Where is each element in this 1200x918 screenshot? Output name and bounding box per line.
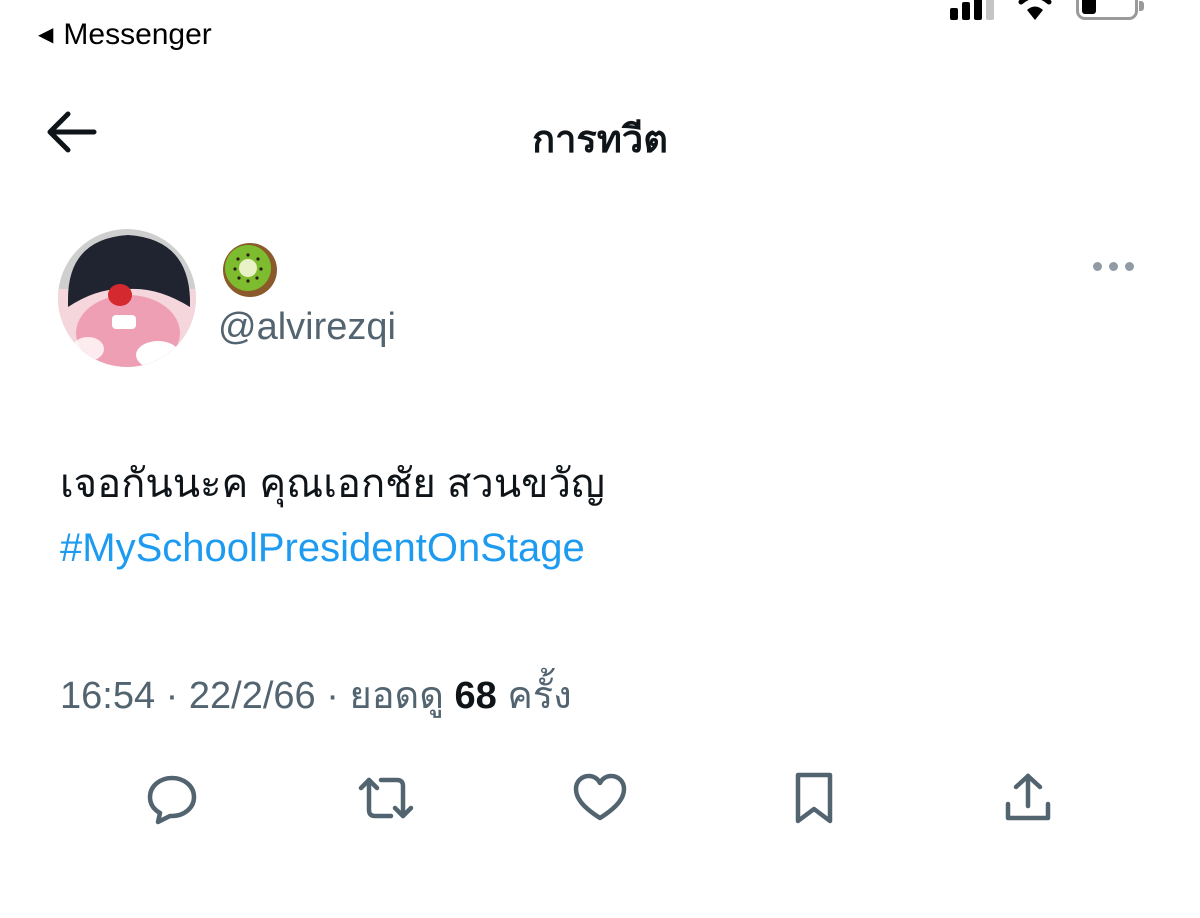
- share-button[interactable]: [996, 766, 1060, 830]
- retweet-button[interactable]: [354, 766, 418, 830]
- back-app-label: Messenger: [63, 18, 212, 51]
- bookmark-button[interactable]: [782, 766, 846, 830]
- reply-button[interactable]: [140, 766, 204, 830]
- views-label: ยอดดู: [349, 675, 444, 717]
- back-to-messenger-link[interactable]: ◀ Messenger: [38, 18, 212, 52]
- cellular-signal-icon: [950, 0, 994, 20]
- views-unit: ครั้ง: [507, 675, 572, 717]
- more-options-icon[interactable]: [1089, 258, 1138, 275]
- share-icon: [1005, 773, 1051, 821]
- reply-icon: [147, 775, 197, 825]
- tweet-action-bar: [0, 766, 1200, 830]
- page-title: การทวีต: [532, 119, 668, 161]
- wifi-icon: [1018, 0, 1052, 20]
- kiwi-icon: [223, 243, 277, 297]
- hashtag-link[interactable]: #MySchoolPresidentOnStage: [60, 516, 605, 580]
- tweet-date[interactable]: 22/2/66: [189, 675, 316, 717]
- views-count: 68: [454, 675, 497, 717]
- like-button[interactable]: [568, 766, 632, 830]
- back-triangle-icon: ◀: [38, 24, 54, 46]
- header: การทวีต: [0, 100, 1200, 164]
- tweet-text: เจอกันนะค คุณเอกชัย สวนขวัญ #MySchoolPre…: [60, 452, 605, 580]
- battery-icon: [1076, 0, 1144, 20]
- status-icons: [950, 0, 1144, 20]
- tweet-time[interactable]: 16:54: [60, 675, 155, 717]
- display-name-emoji[interactable]: [220, 240, 280, 300]
- separator: ·: [165, 675, 179, 717]
- user-handle[interactable]: @alvirezqi: [218, 306, 396, 349]
- retweet-icon: [358, 777, 414, 819]
- avatar-image: [58, 229, 196, 367]
- separator: ·: [326, 675, 339, 717]
- tweet-meta: 16:54 · 22/2/66 · ยอดดู 68 ครั้ง: [60, 664, 572, 725]
- heart-icon: [573, 773, 627, 821]
- tweet-body-text: เจอกันนะค คุณเอกชัย สวนขวัญ: [60, 462, 605, 506]
- avatar[interactable]: [58, 229, 196, 367]
- bookmark-icon: [795, 772, 833, 824]
